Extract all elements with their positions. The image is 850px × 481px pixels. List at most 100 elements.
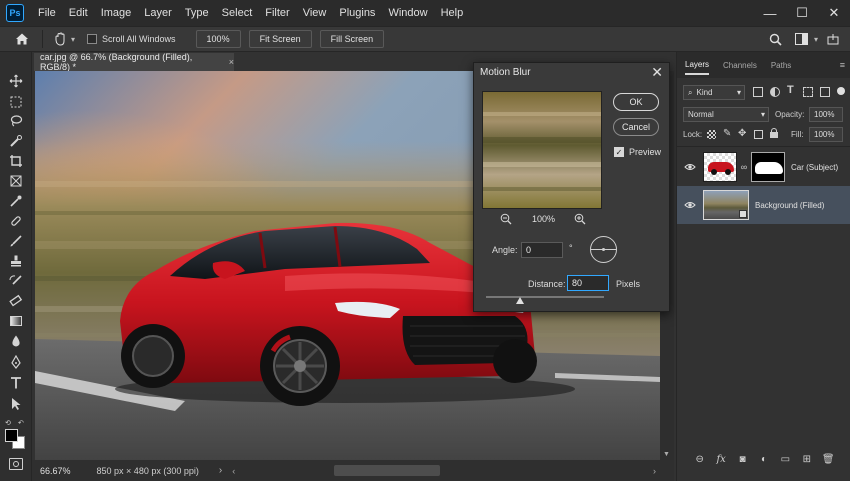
fill-input[interactable]: 100%: [809, 127, 843, 142]
reset-colors-icon[interactable]: ↶: [18, 419, 28, 427]
brush-tool-icon[interactable]: [6, 232, 26, 250]
menu-filter[interactable]: Filter: [265, 7, 289, 19]
scroll-left-icon[interactable]: ‹: [232, 466, 235, 476]
layer-name[interactable]: Background (Filled): [755, 201, 824, 210]
lasso-tool-icon[interactable]: [6, 112, 26, 130]
layer-thumbnail[interactable]: [703, 152, 737, 182]
quick-selection-tool-icon[interactable]: [6, 132, 26, 150]
layer-row[interactable]: ∞ Car (Subject): [677, 148, 850, 186]
filter-smart-object-icon[interactable]: [820, 87, 830, 97]
chevron-down-icon[interactable]: ▾: [71, 35, 75, 44]
close-window-button[interactable]: ✕: [818, 0, 850, 26]
doc-info[interactable]: 850 px × 480 px (300 ppi): [97, 466, 199, 476]
move-tool-icon[interactable]: [6, 72, 26, 90]
checkbox-box[interactable]: [87, 34, 98, 44]
cancel-button[interactable]: Cancel: [613, 118, 659, 136]
opacity-input[interactable]: 100%: [809, 107, 843, 122]
gradient-tool-icon[interactable]: [6, 312, 26, 330]
menu-file[interactable]: File: [38, 7, 56, 19]
pen-tool-icon[interactable]: [6, 353, 26, 371]
marquee-tool-icon[interactable]: [6, 93, 26, 111]
doc-info-arrow-icon[interactable]: ›: [219, 465, 222, 476]
angle-dial[interactable]: [590, 236, 617, 263]
adjustment-layer-icon[interactable]: ◐: [756, 454, 772, 465]
share-icon[interactable]: [824, 30, 842, 48]
filter-pixel-icon[interactable]: [753, 87, 763, 97]
close-icon[interactable]: ✕: [651, 64, 663, 81]
trash-icon[interactable]: 🗑: [820, 454, 836, 465]
filter-toggle-icon[interactable]: [837, 87, 845, 95]
add-mask-icon[interactable]: ◙: [735, 454, 751, 465]
maximize-button[interactable]: ☐: [786, 0, 818, 26]
quick-mask-icon[interactable]: [9, 458, 23, 470]
layer-kind-filter[interactable]: ⌕ Kind ▾: [683, 85, 745, 100]
tab-layers[interactable]: Layers: [685, 56, 710, 75]
fill-screen-button[interactable]: Fill Screen: [319, 30, 385, 48]
menu-help[interactable]: Help: [441, 7, 464, 19]
scroll-all-windows-checkbox[interactable]: Scroll All Windows: [87, 34, 176, 44]
menu-select[interactable]: Select: [222, 7, 253, 19]
swap-colors-icon[interactable]: ⟲: [5, 419, 15, 427]
menu-view[interactable]: View: [303, 7, 327, 19]
filter-shape-icon[interactable]: [803, 87, 813, 97]
tab-channels[interactable]: Channels: [723, 57, 757, 74]
filter-type-icon[interactable]: T: [787, 84, 794, 96]
zoom-level[interactable]: 66.67%: [40, 466, 71, 476]
eraser-tool-icon[interactable]: [6, 292, 26, 310]
path-selection-tool-icon[interactable]: [6, 395, 26, 413]
close-icon[interactable]: ×: [229, 57, 234, 67]
layer-mask-thumbnail[interactable]: [751, 152, 785, 182]
chevron-down-icon[interactable]: ▾: [814, 35, 818, 44]
distance-input[interactable]: 80: [567, 275, 609, 291]
layer-thumbnail[interactable]: [703, 190, 749, 220]
healing-brush-tool-icon[interactable]: [6, 212, 26, 230]
lock-artboard-icon[interactable]: [754, 130, 763, 139]
history-brush-tool-icon[interactable]: [6, 272, 26, 290]
fit-screen-button[interactable]: Fit Screen: [248, 30, 312, 48]
panel-menu-icon[interactable]: ≡: [840, 60, 845, 70]
workspace-icon[interactable]: [792, 30, 812, 48]
eye-icon[interactable]: [683, 201, 697, 209]
scroll-down-icon[interactable]: ▼: [663, 451, 670, 458]
crop-tool-icon[interactable]: [6, 152, 26, 170]
lock-image-icon[interactable]: ✎: [723, 128, 731, 139]
lock-position-icon[interactable]: ✥: [738, 128, 746, 139]
home-icon[interactable]: [12, 29, 32, 49]
menu-window[interactable]: Window: [388, 7, 427, 19]
document-tab[interactable]: car.jpg @ 66.7% (Background (Filled), RG…: [34, 52, 234, 72]
clone-stamp-tool-icon[interactable]: [6, 252, 26, 270]
layer-row[interactable]: Background (Filled): [677, 186, 850, 224]
minimize-button[interactable]: —: [754, 0, 786, 26]
menu-plugins[interactable]: Plugins: [339, 7, 375, 19]
type-tool-icon[interactable]: [6, 374, 26, 392]
zoom-in-icon[interactable]: [574, 213, 586, 228]
blur-tool-icon[interactable]: [6, 332, 26, 350]
frame-tool-icon[interactable]: [6, 172, 26, 190]
preview-checkbox[interactable]: ✓ Preview: [614, 147, 661, 157]
checkbox-checked-icon[interactable]: ✓: [614, 147, 624, 157]
lock-all-icon[interactable]: [770, 128, 778, 138]
group-folder-icon[interactable]: ▭: [777, 454, 793, 465]
eye-icon[interactable]: [683, 163, 697, 171]
foreground-color-swatch[interactable]: [5, 429, 18, 442]
hand-tool-icon[interactable]: [51, 29, 69, 49]
lock-transparent-icon[interactable]: [707, 130, 716, 139]
angle-input[interactable]: 0: [521, 242, 563, 258]
link-layers-icon[interactable]: ⊖: [692, 454, 708, 465]
scroll-right-icon[interactable]: ›: [653, 466, 656, 476]
filter-preview[interactable]: [482, 91, 602, 209]
tab-paths[interactable]: Paths: [771, 57, 791, 74]
layer-name[interactable]: Car (Subject): [791, 163, 838, 172]
menu-image[interactable]: Image: [101, 7, 132, 19]
menu-layer[interactable]: Layer: [144, 7, 172, 19]
layer-style-icon[interactable]: fx: [713, 454, 729, 465]
new-layer-icon[interactable]: ⊞: [799, 454, 815, 465]
filter-adjustment-icon[interactable]: [770, 87, 780, 97]
ok-button[interactable]: OK: [613, 93, 659, 111]
zoom-out-icon[interactable]: [500, 213, 512, 228]
eyedropper-tool-icon[interactable]: [6, 192, 26, 210]
menu-edit[interactable]: Edit: [69, 7, 88, 19]
chain-link-icon[interactable]: ∞: [739, 162, 749, 172]
distance-slider-track[interactable]: [486, 296, 604, 298]
distance-slider-thumb[interactable]: [516, 297, 524, 304]
